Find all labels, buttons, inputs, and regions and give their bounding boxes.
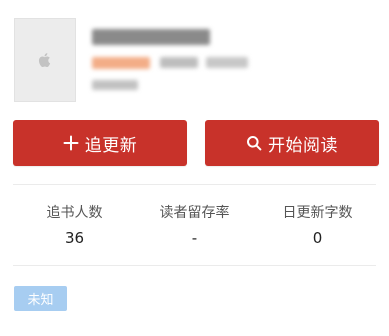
stat-retention: 读者留存率 - (130, 204, 259, 247)
stat-label: 追书人数 (46, 205, 103, 221)
category-tag[interactable]: 未知 (14, 286, 67, 311)
stat-value: 0 (312, 229, 323, 247)
stat-value: 36 (64, 229, 85, 247)
book-author-redacted[interactable] (92, 57, 150, 69)
start-reading-button[interactable]: 开始阅读 (205, 120, 379, 166)
follow-updates-button[interactable]: 追更新 (13, 120, 187, 166)
divider (13, 265, 376, 266)
divider (13, 184, 376, 185)
stat-value: - (191, 229, 198, 247)
follow-updates-label: 追更新 (84, 135, 138, 156)
book-meta-redacted (206, 57, 248, 68)
book-meta-redacted (160, 57, 198, 68)
stat-label: 读者留存率 (159, 205, 230, 221)
stat-label: 日更新字数 (282, 205, 353, 221)
stat-followers: 追书人数 36 (10, 204, 139, 247)
start-reading-label: 开始阅读 (268, 135, 338, 156)
search-icon (246, 135, 262, 151)
stat-daily-words: 日更新字数 0 (253, 204, 382, 247)
plus-icon (63, 135, 79, 151)
book-cover[interactable] (14, 18, 76, 102)
apple-logo-icon (38, 53, 51, 67)
book-status-redacted (92, 80, 138, 90)
book-title-redacted (92, 29, 210, 45)
